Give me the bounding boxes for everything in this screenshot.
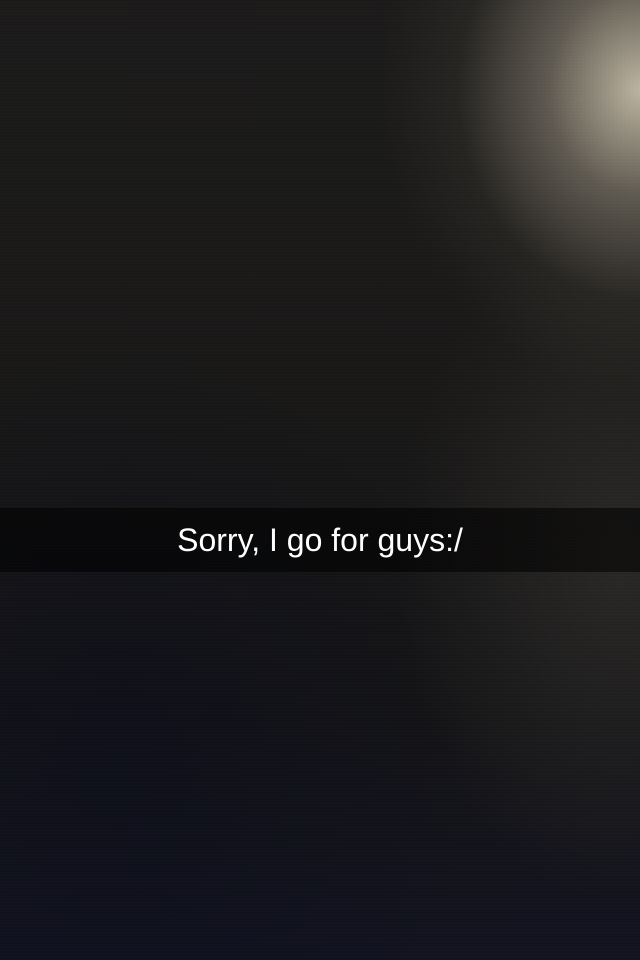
caption-text: Sorry, I go for guys:/: [177, 522, 463, 558]
snap-photo-view: Sorry, I go for guys:/: [0, 0, 640, 960]
photo-grain-overlay: [0, 0, 640, 960]
caption-bar[interactable]: Sorry, I go for guys:/: [0, 508, 640, 572]
